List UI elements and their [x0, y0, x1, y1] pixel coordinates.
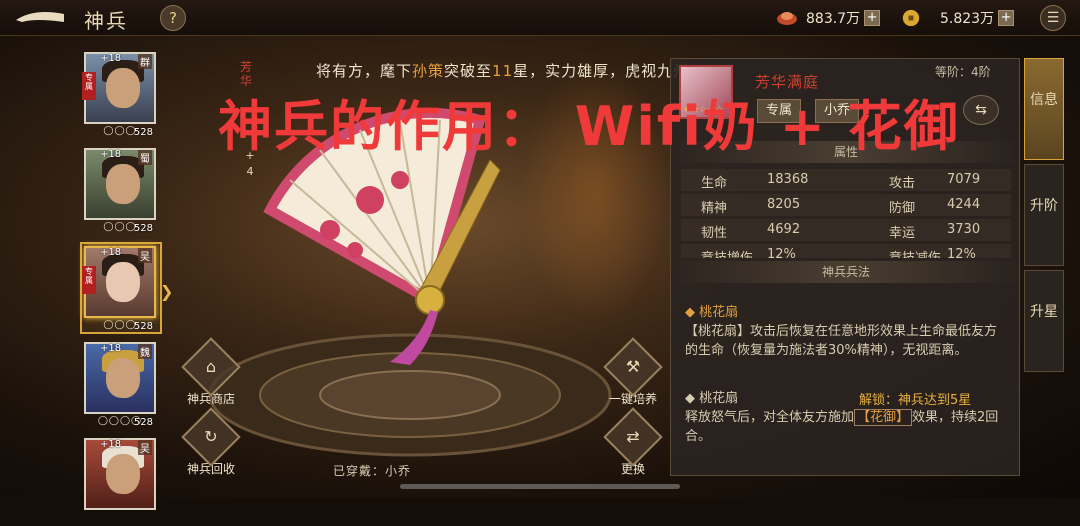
top-bar: 神兵 ? 883.7万 + 5.823万 + ☰: [0, 0, 1080, 36]
resource-silver: 883.7万 +: [776, 7, 881, 29]
attr-value: 12%: [767, 247, 796, 258]
anvil-icon: ⚒: [603, 337, 663, 397]
attr-value: 8205: [767, 197, 801, 212]
exclusive-tag: 专属: [82, 266, 96, 294]
attr-label: 韧性: [701, 226, 728, 241]
exclusive-tag: 专属: [82, 72, 96, 100]
gold-coin-icon: [902, 9, 920, 27]
hero-faction: 吴: [138, 248, 152, 263]
attr-value: 12%: [947, 247, 976, 258]
attr-value: 3730: [947, 222, 981, 237]
broadcast-notice: 将有方，麾下孙策突破至11星，实力雄厚，虎视九州！: [316, 60, 705, 81]
hero-level: +18: [100, 149, 122, 160]
back-arrow-icon[interactable]: [14, 8, 66, 28]
hero-level: +18: [100, 247, 122, 258]
attr-value: 4692: [767, 222, 801, 237]
swap-weapon-icon[interactable]: ⇆: [963, 95, 999, 125]
hero-stars: ◯◯◯: [103, 320, 137, 330]
attr-row: 生命 18368 攻击 7079: [681, 169, 1011, 191]
attr-label: 防御: [889, 201, 916, 216]
hero-card[interactable]: +18 吴: [84, 438, 156, 526]
resource-gold: 5.823万 +: [900, 7, 1015, 29]
equipped-by: 已穿戴：小乔: [333, 464, 412, 478]
weapon-skill-header: 神兵兵法: [671, 261, 1021, 283]
add-silver-button[interactable]: +: [864, 10, 881, 26]
attr-row: 韧性 4692 幸运 3730: [681, 219, 1011, 241]
hero-faction: 魏: [138, 344, 152, 359]
chevron-right-icon: ❯: [160, 282, 174, 301]
hero-level: +18: [100, 343, 122, 354]
weapon-grade: 等阶：4阶: [935, 65, 991, 79]
attr-label: 生命: [701, 176, 728, 191]
recycle-icon: ↻: [181, 407, 241, 467]
notice-hero-name: 孙策: [412, 62, 445, 80]
silver-amount: 883.7万: [806, 11, 861, 27]
shop-icon: ⌂: [181, 337, 241, 397]
home-indicator: [400, 484, 680, 489]
hero-card[interactable]: +18 群 专属 528 ◯◯◯: [82, 52, 156, 140]
silver-ingot-icon: [777, 12, 797, 25]
hero-level: +18: [100, 439, 122, 450]
hero-card-selected[interactable]: +18 吴 专属 528 ◯◯◯: [82, 246, 156, 334]
gold-amount: 5.823万: [940, 11, 995, 27]
weapon-recycle-button[interactable]: ↻ 神兵回收: [176, 407, 246, 477]
replace-button[interactable]: ⇄ 更换: [598, 407, 668, 477]
attr-value: 7079: [947, 172, 981, 187]
hero-level: +18: [100, 53, 122, 64]
weapon-shop-button[interactable]: ⌂ 神兵商店: [176, 337, 246, 407]
hero-faction: 蜀: [138, 150, 152, 165]
skill-1-name: ◆ 桃花扇: [685, 305, 739, 320]
add-gold-button[interactable]: +: [998, 10, 1015, 26]
attr-row: 精神 8205 防御 4244: [681, 194, 1011, 216]
menu-button[interactable]: ☰: [1040, 5, 1066, 31]
notice-stars: 11: [492, 62, 514, 80]
skill-2-unlock: 解锁：神兵达到5星: [859, 393, 972, 408]
page-title: 神兵: [84, 9, 128, 33]
skill-1-desc: 【桃花扇】攻击后恢复在任意地形效果上生命最低友方的生命（恢复量为施法者30%精神…: [685, 324, 998, 358]
tab-upgrade-grade[interactable]: 升阶: [1024, 164, 1064, 266]
swap-icon: ⇄: [603, 407, 663, 467]
help-button[interactable]: ?: [160, 5, 186, 31]
attr-label: 竞技减伤: [889, 247, 941, 258]
hero-faction: 群: [138, 54, 152, 69]
hero-card[interactable]: +18 魏 528 ◯◯◯◯: [84, 342, 156, 430]
skill-1: ◆ 桃花扇 【桃花扇】攻击后恢复在任意地形效果上生命最低友方的生命（恢复量为施法…: [685, 303, 1005, 360]
hero-stars: ◯◯◯: [103, 222, 137, 232]
attr-row: 竞技增伤 12% 竞技减伤 12%: [681, 244, 1011, 258]
hero-card[interactable]: +18 蜀 528 ◯◯◯: [84, 148, 156, 236]
notice-text: 突破至: [444, 62, 493, 80]
hero-list[interactable]: +18 群 专属 528 ◯◯◯ +18 蜀 528 ◯◯◯ +18 吴 专属 …: [78, 44, 162, 510]
tab-info[interactable]: 信息: [1024, 58, 1064, 160]
hero-stars: ◯◯◯◯: [97, 416, 143, 426]
tab-upgrade-star[interactable]: 升星: [1024, 270, 1064, 372]
notice-text: 将有方，麾下: [316, 62, 413, 80]
hero-faction: 吴: [138, 440, 152, 455]
attr-value: 18368: [767, 172, 809, 187]
skill-2-desc: 释放怒气后，对全体友方施加: [685, 410, 855, 425]
attr-label: 幸运: [889, 226, 916, 241]
skill-2-effect: 【花御】: [854, 409, 913, 426]
attr-label: 竞技增伤: [701, 247, 753, 258]
attr-label: 精神: [701, 201, 728, 216]
hero-stars: ◯◯◯: [103, 126, 137, 136]
one-click-train-button[interactable]: ⚒ 一键培养: [598, 337, 668, 407]
attr-label: 攻击: [889, 176, 916, 191]
attr-value: 4244: [947, 197, 981, 212]
caption-overlay: 神兵的作用： Wifi奶 + 花御: [218, 95, 960, 158]
